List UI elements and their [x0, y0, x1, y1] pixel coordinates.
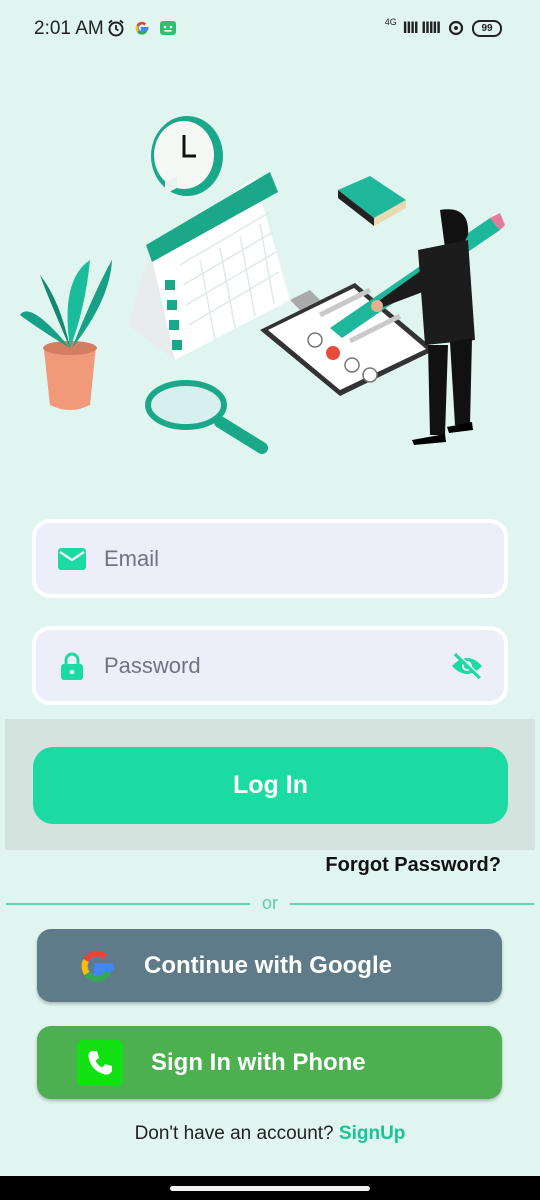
status-time: 2:01 AM	[34, 18, 104, 39]
magnifier-illustration	[145, 380, 268, 454]
plant-illustration	[20, 260, 112, 410]
google-logo-icon	[72, 941, 122, 991]
divider-or-text: or	[261, 893, 278, 913]
login-button[interactable]: Log In	[33, 747, 508, 824]
sign-in-with-phone-button[interactable]: Sign In with Phone	[37, 1026, 502, 1099]
clock-illustration	[151, 116, 223, 196]
visibility-off-icon[interactable]	[450, 649, 484, 683]
lock-icon	[58, 652, 86, 680]
book-illustration	[338, 176, 406, 226]
alarm-icon	[106, 18, 126, 38]
mail-icon	[58, 545, 86, 573]
password-input[interactable]: Password	[104, 653, 450, 679]
email-input[interactable]: Email	[104, 546, 504, 572]
continue-with-google-button[interactable]: Continue with Google	[37, 929, 502, 1002]
signup-row: Don't have an account? SignUp	[0, 1123, 540, 1145]
google-icon	[132, 18, 152, 38]
status-right: 4G IIII IIIII 99	[384, 17, 502, 38]
status-left-icons	[106, 18, 178, 38]
status-bar: 2:01 AM 4G IIII IIIII 99	[0, 0, 540, 60]
signal-icon: IIII IIIII	[402, 18, 441, 37]
hotspot-icon	[446, 18, 466, 38]
phone-icon	[77, 1039, 123, 1086]
network-type: 4G	[384, 17, 397, 27]
battery-icon: 99	[472, 19, 502, 37]
divider-line-left	[6, 903, 250, 905]
home-indicator[interactable]	[170, 1186, 370, 1191]
signup-prompt: Don't have an account?	[134, 1123, 339, 1144]
app-notification-icon	[158, 18, 178, 38]
password-field[interactable]: Password	[32, 626, 508, 705]
email-field[interactable]: Email	[32, 519, 508, 598]
schedule-planning-illustration	[0, 100, 540, 460]
phone-button-label: Sign In with Phone	[151, 1048, 366, 1076]
forgot-password-link[interactable]: Forgot Password?	[325, 854, 501, 877]
google-button-label: Continue with Google	[144, 951, 392, 979]
signup-link[interactable]: SignUp	[339, 1123, 406, 1144]
divider-line-right	[290, 903, 534, 905]
